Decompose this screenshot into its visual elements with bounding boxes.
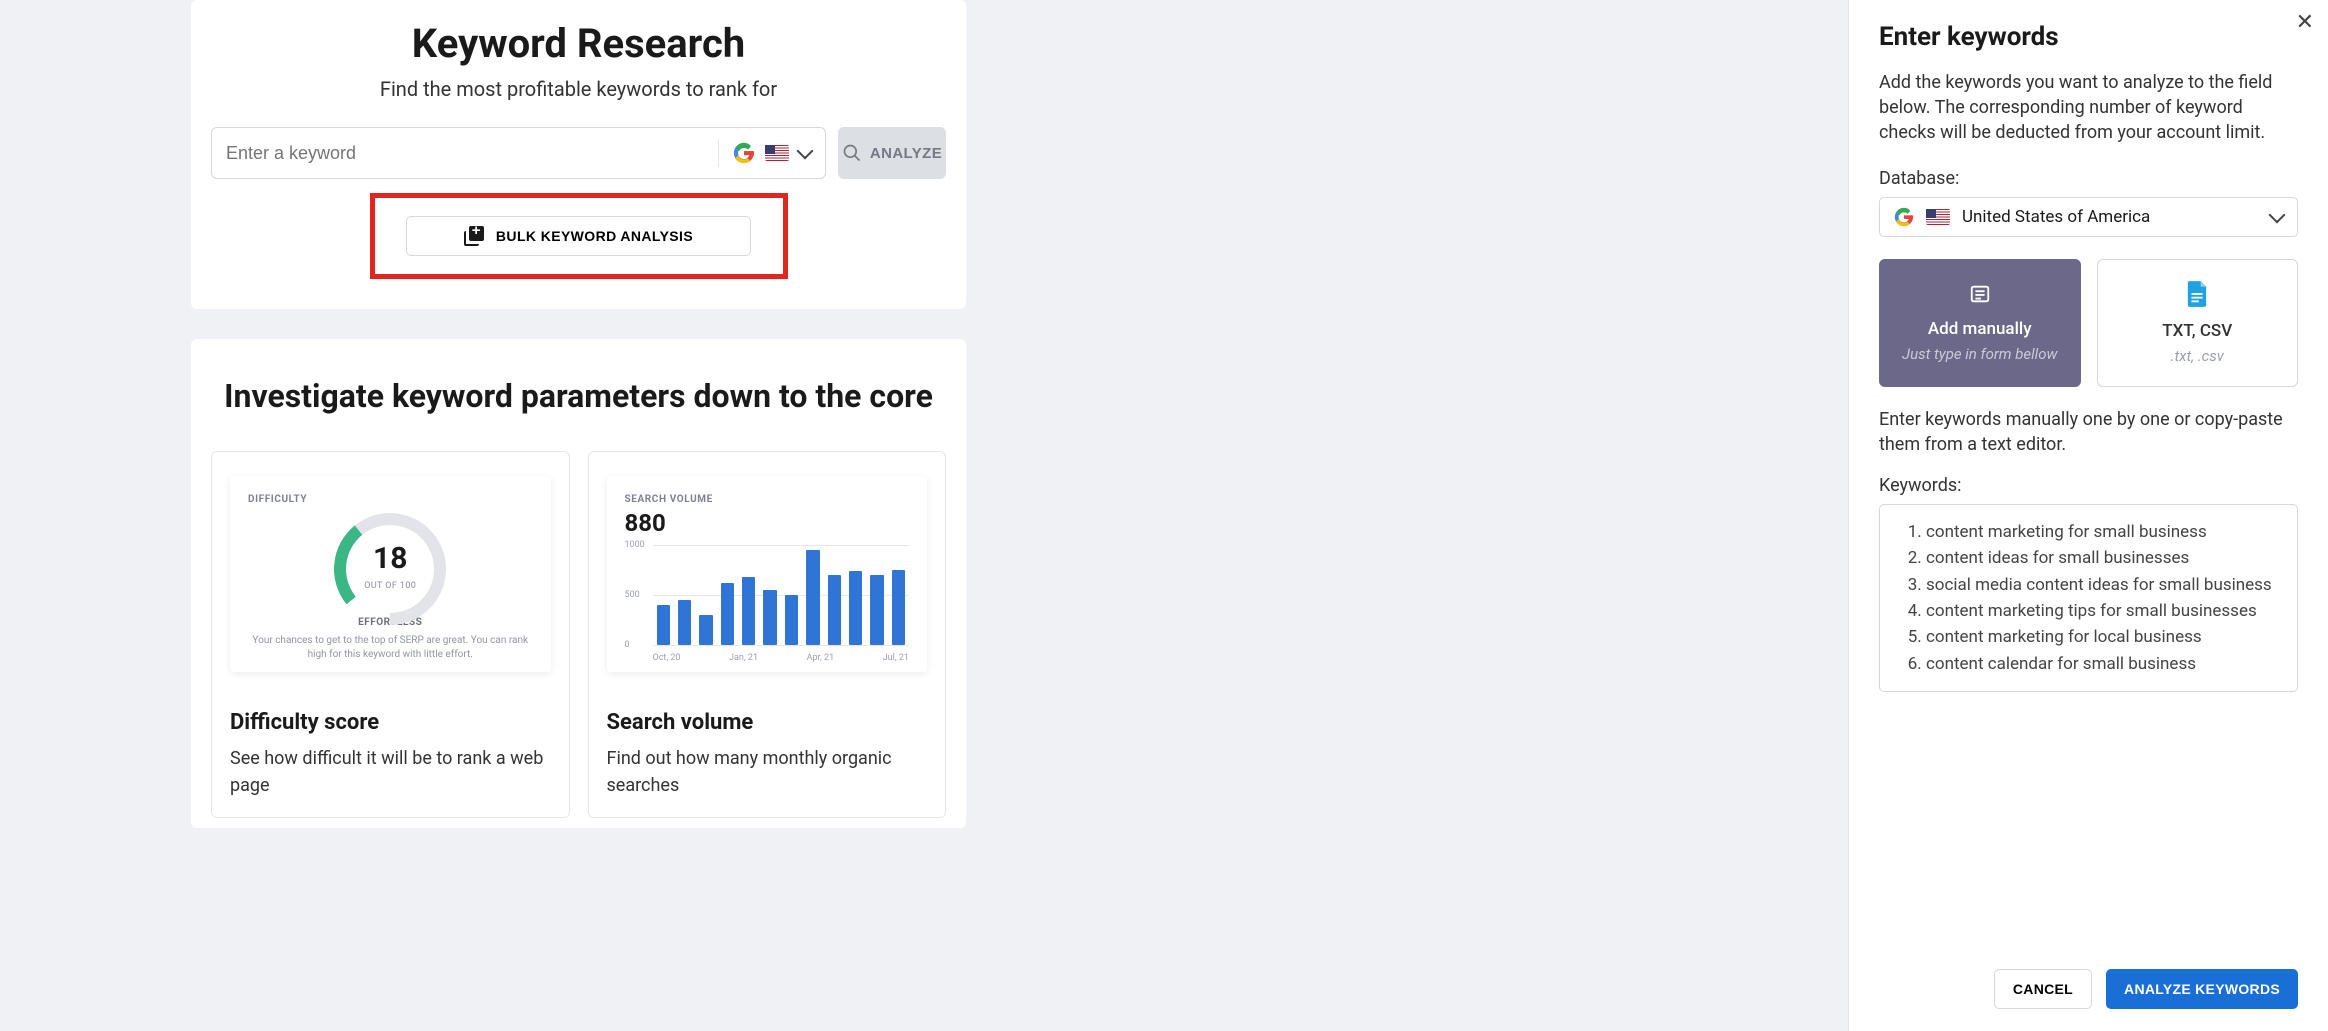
keyword-entry[interactable]: content ideas for small businesses <box>1926 545 2279 571</box>
panel-title: Enter keywords <box>1879 22 2298 52</box>
search-icon <box>842 143 862 163</box>
volume-value: 880 <box>625 509 910 537</box>
parameters-card: Investigate keyword parameters down to t… <box>191 339 966 828</box>
difficulty-desc: Your chances to get to the top of SERP a… <box>248 634 533 661</box>
difficulty-scale: OUT OF 100 <box>334 581 446 591</box>
method-title: TXT, CSV <box>2162 321 2232 341</box>
y-axis-tick: 0 <box>625 640 630 650</box>
x-axis-label: Oct, 20 <box>653 653 681 663</box>
chart-bar <box>806 550 819 645</box>
difficulty-gauge: 18 OUT OF 100 <box>334 513 446 613</box>
tile-title: Search volume <box>607 710 928 735</box>
keywords-textarea[interactable]: content marketing for small businesscont… <box>1879 504 2298 692</box>
close-icon[interactable]: ✕ <box>2296 12 2314 34</box>
chart-bar <box>785 595 798 645</box>
volume-preview: SEARCH VOLUME 880 05001000 Oct, 20Jan, 2… <box>607 476 928 672</box>
google-icon <box>733 142 755 164</box>
method-sub: Just type in form bellow <box>1902 345 2057 363</box>
page-subtitle: Find the most profitable keywords to ran… <box>211 77 946 101</box>
highlight-annotation: BULK KEYWORD ANALYSIS <box>370 193 788 279</box>
keyword-search-field[interactable] <box>211 127 826 179</box>
bulk-add-icon <box>464 226 484 246</box>
difficulty-preview: DIFFICULTY 18 OUT OF 100 EFFORTLESS Your… <box>230 476 551 672</box>
chart-bar <box>678 600 691 645</box>
x-axis-label: Apr, 21 <box>807 653 835 663</box>
chart-bar <box>742 577 755 645</box>
us-flag-icon <box>765 145 789 161</box>
keyword-entry[interactable]: social media content ideas for small bus… <box>1926 572 2279 598</box>
analyze-keywords-button[interactable]: ANALYZE KEYWORDS <box>2106 969 2298 1009</box>
volume-bar-chart: 05001000 <box>625 545 910 645</box>
analyze-button[interactable]: ANALYZE <box>838 127 946 179</box>
keyword-entry[interactable]: content marketing for local business <box>1926 624 2279 650</box>
chart-bar <box>699 615 712 645</box>
preview-label: SEARCH VOLUME <box>625 494 910 505</box>
chart-bar <box>763 590 776 645</box>
keyword-entry[interactable]: content marketing for small business <box>1926 519 2279 545</box>
database-select[interactable]: United States of America <box>1879 197 2298 237</box>
database-value: United States of America <box>1962 207 2259 227</box>
manual-instructions: Enter keywords manually one by one or co… <box>1879 407 2298 457</box>
database-label: Database: <box>1879 168 2298 189</box>
bulk-button-label: BULK KEYWORD ANALYSIS <box>496 228 693 244</box>
method-upload-file[interactable]: TXT, CSV .txt, .csv <box>2097 259 2299 387</box>
chevron-down-icon <box>2269 206 2286 223</box>
preview-label: DIFFICULTY <box>248 494 533 505</box>
tile-desc: See how difficult it will be to rank a w… <box>230 745 551 799</box>
chevron-down-icon <box>797 143 814 160</box>
section-title: Investigate keyword parameters down to t… <box>211 377 946 415</box>
bulk-keyword-analysis-button[interactable]: BULK KEYWORD ANALYSIS <box>406 216 751 256</box>
keyword-input[interactable] <box>226 143 718 164</box>
panel-help: Add the keywords you want to analyze to … <box>1879 70 2298 146</box>
us-flag-icon <box>1926 209 1950 225</box>
tile-desc: Find out how many monthly organic search… <box>607 745 928 799</box>
chart-bar <box>828 575 841 645</box>
chart-bar <box>870 575 883 645</box>
x-axis-label: Jan, 21 <box>729 653 758 663</box>
analyze-button-label: ANALYZE <box>870 145 942 162</box>
list-icon <box>1969 283 1991 311</box>
y-axis-tick: 500 <box>625 590 640 600</box>
file-icon <box>2186 281 2208 313</box>
chart-bar <box>721 583 734 645</box>
keyword-entry[interactable]: content marketing tips for small busines… <box>1926 598 2279 624</box>
chart-bar <box>657 605 670 645</box>
keyword-research-card: Keyword Research Find the most profitabl… <box>191 0 966 309</box>
difficulty-value: 18 <box>334 541 446 576</box>
volume-tile: SEARCH VOLUME 880 05001000 Oct, 20Jan, 2… <box>588 451 947 818</box>
keywords-label: Keywords: <box>1879 475 2298 496</box>
method-sub: .txt, .csv <box>2171 347 2224 365</box>
google-icon <box>1894 207 1914 227</box>
x-axis-label: Jul, 21 <box>883 653 909 663</box>
method-add-manually[interactable]: Add manually Just type in form bellow <box>1879 259 2081 387</box>
y-axis-tick: 1000 <box>625 540 645 550</box>
method-title: Add manually <box>1928 319 2032 339</box>
chart-bar <box>892 570 905 645</box>
locale-selector[interactable] <box>718 139 811 167</box>
keyword-entry[interactable]: content calendar for small business <box>1926 651 2279 677</box>
chart-bar <box>849 571 862 645</box>
page-title: Keyword Research <box>211 20 946 67</box>
cancel-button[interactable]: CANCEL <box>1994 969 2092 1009</box>
difficulty-tile: DIFFICULTY 18 OUT OF 100 EFFORTLESS Your… <box>211 451 570 818</box>
enter-keywords-panel: ✕ Enter keywords Add the keywords you wa… <box>1848 0 2328 1031</box>
tile-title: Difficulty score <box>230 710 551 735</box>
